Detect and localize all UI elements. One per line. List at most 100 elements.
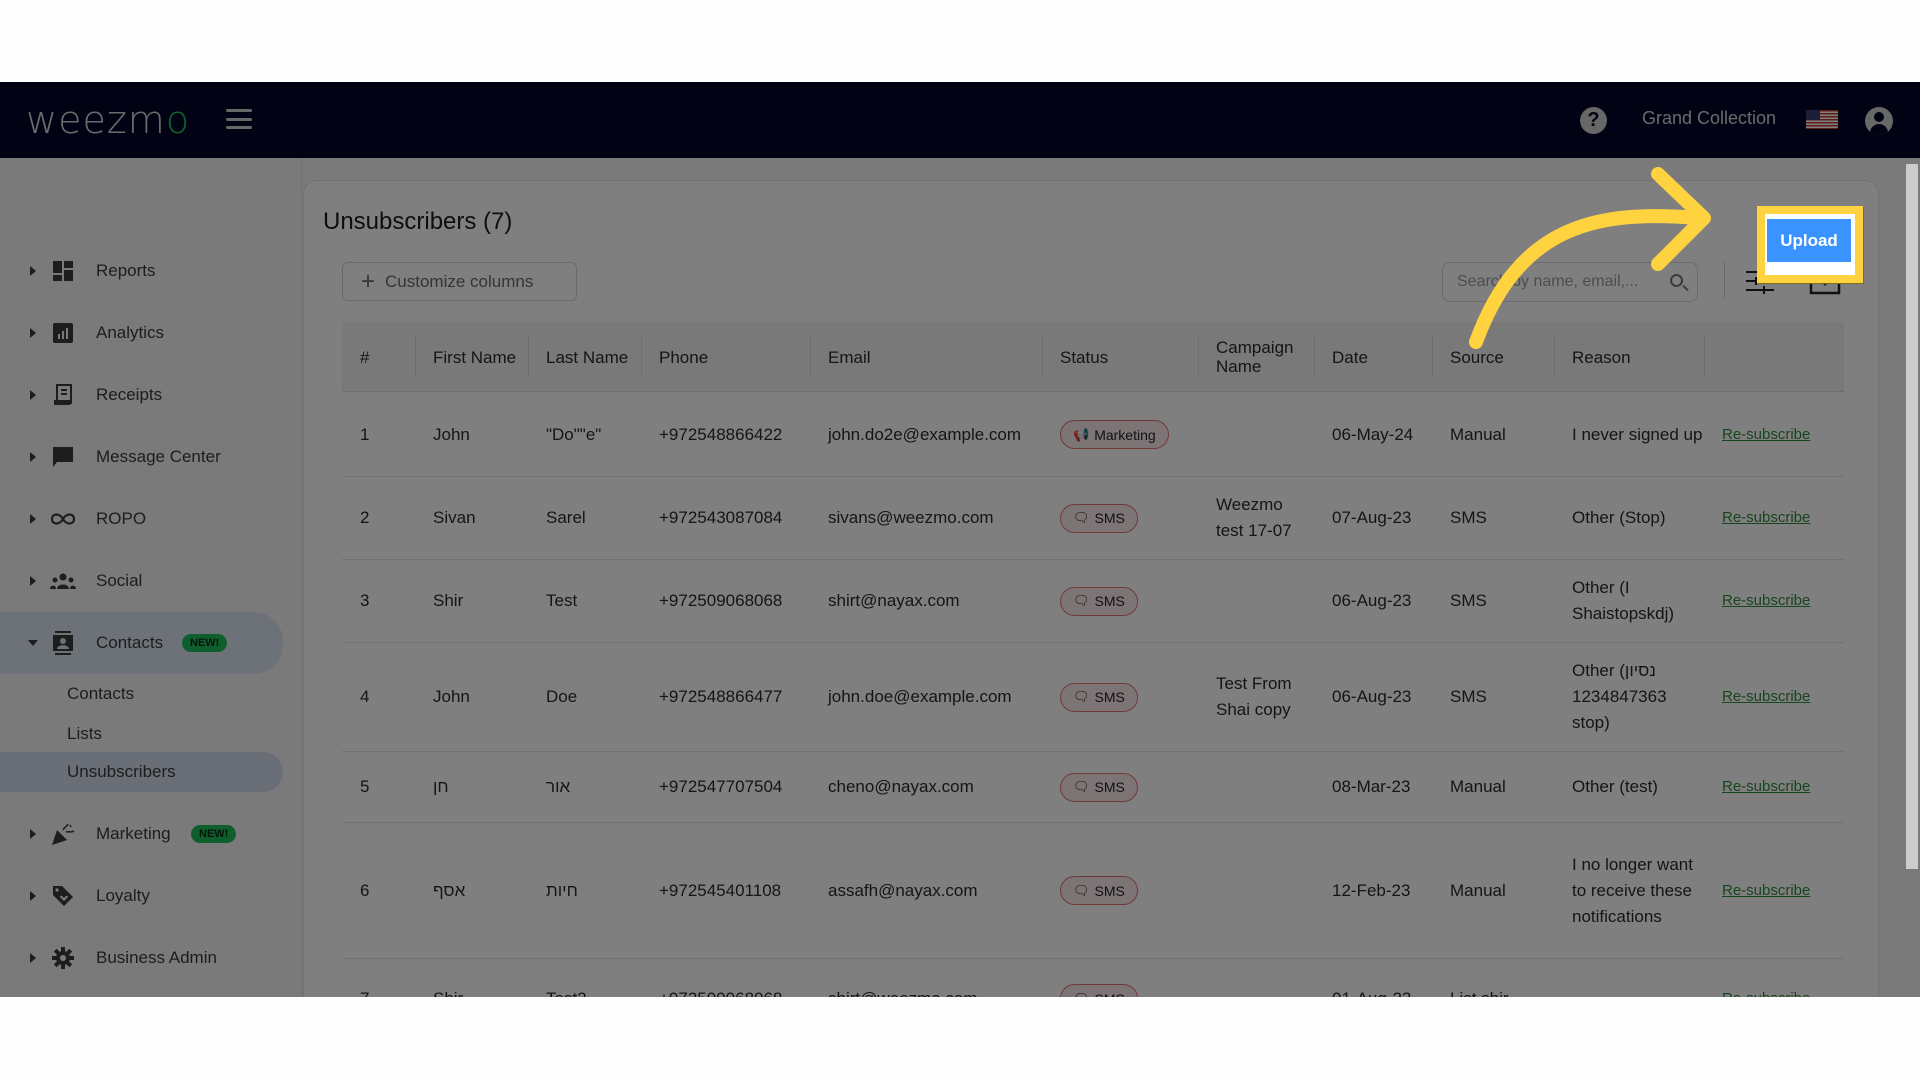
- column-header-email[interactable]: Email: [810, 322, 1042, 392]
- search-icon[interactable]: [1670, 274, 1683, 287]
- caret-right-icon: [30, 452, 36, 462]
- re-subscribe-link[interactable]: Re-subscribe: [1722, 588, 1810, 614]
- sidebar-item-reports[interactable]: Reports: [0, 242, 283, 300]
- last-name-cell-text: אור: [546, 777, 571, 796]
- first-name-cell: Sivan: [415, 477, 528, 559]
- status-label: SMS: [1094, 689, 1125, 705]
- caret-down-icon: [28, 640, 38, 646]
- help-icon[interactable]: ?: [1580, 107, 1607, 134]
- action-cell: Re-subscribe: [1704, 959, 1844, 998]
- top-navbar: weezmo ? Grand Collection: [0, 82, 1920, 158]
- phone-cell-text: +972548866422: [659, 424, 783, 444]
- re-subscribe-link[interactable]: Re-subscribe: [1722, 422, 1810, 448]
- status-cell: 🗨 SMS: [1042, 959, 1198, 997]
- sidebar-item-analytics[interactable]: Analytics: [0, 304, 283, 362]
- status-label: Marketing: [1094, 426, 1156, 443]
- first-name-cell: John: [415, 393, 528, 476]
- source-cell-text: Manual: [1450, 424, 1506, 444]
- sidebar-item-social[interactable]: Social: [0, 552, 283, 610]
- source-cell: SMS: [1432, 560, 1554, 642]
- column-header-first-name[interactable]: First Name: [415, 322, 528, 392]
- phone-cell: +972509068068: [641, 560, 810, 642]
- logo-o: o: [165, 98, 191, 142]
- organization-name[interactable]: Grand Collection: [1642, 108, 1776, 129]
- column-header-source[interactable]: Source: [1432, 322, 1554, 392]
- campaign-cell-text: Test From Shai copy: [1216, 674, 1292, 719]
- re-subscribe-link[interactable]: Re-subscribe: [1722, 684, 1810, 710]
- receipt-icon: [50, 382, 76, 408]
- re-subscribe-link[interactable]: Re-subscribe: [1722, 986, 1810, 998]
- first-name-cell: Shir: [415, 959, 528, 998]
- chat-icon: 🗨: [1073, 593, 1090, 608]
- reason-cell-text: Other (I Shaistopskdj): [1572, 578, 1675, 623]
- user-account-icon[interactable]: [1865, 107, 1893, 135]
- first-name-cell-text: John: [433, 687, 470, 706]
- email-cell-text: sivans@weezmo.com: [828, 508, 994, 527]
- sidebar-item-label: Reports: [96, 261, 156, 280]
- tag-heart-icon: [50, 883, 76, 909]
- sidebar-item-contacts[interactable]: Contacts NEW!: [0, 612, 283, 674]
- column-header-last-name[interactable]: Last Name: [528, 322, 641, 392]
- sidebar-item-loyalty[interactable]: Loyalty: [0, 867, 283, 925]
- source-cell: Manual: [1432, 823, 1554, 958]
- page-scrollbar[interactable]: [1906, 164, 1918, 869]
- sidebar-item-label: Business Admin: [96, 948, 217, 967]
- date-cell: 12-Feb-23: [1314, 823, 1432, 958]
- sidebar-item-marketing[interactable]: Marketing NEW!: [0, 805, 283, 863]
- first-name-cell: אסף: [415, 823, 528, 958]
- chat-icon: 🗨: [1073, 986, 1090, 998]
- us-flag-icon[interactable]: [1806, 110, 1838, 129]
- row-number-text: 2: [360, 508, 370, 527]
- date-cell-text: 01-Aug-23: [1332, 986, 1411, 998]
- phone-cell: +972548866422: [641, 393, 810, 476]
- phone-cell: +972509068068: [641, 959, 810, 998]
- campaign-cell: [1198, 560, 1314, 642]
- new-badge: NEW!: [191, 825, 237, 843]
- email-cell-text: assafh@nayax.com: [828, 880, 978, 900]
- action-cell: Re-subscribe: [1704, 393, 1844, 476]
- sidebar-subitem-lists[interactable]: Lists: [0, 714, 283, 754]
- re-subscribe-link[interactable]: Re-subscribe: [1722, 878, 1810, 904]
- hamburger-menu-icon[interactable]: [226, 109, 252, 129]
- phone-cell-text: +972543087084: [659, 508, 783, 527]
- action-cell: Re-subscribe: [1704, 560, 1844, 642]
- campaign-cell: [1198, 959, 1314, 997]
- column-header-date[interactable]: Date: [1314, 322, 1432, 392]
- sidebar-item-ropo[interactable]: ROPO: [0, 490, 283, 548]
- caret-right-icon: [30, 891, 36, 901]
- re-subscribe-link[interactable]: Re-subscribe: [1722, 505, 1810, 531]
- table-header: # First Name Last Name Phone Email Statu…: [342, 322, 1844, 392]
- sidebar-item-message-center[interactable]: Message Center: [0, 428, 283, 486]
- column-header-campaign-name[interactable]: Campaign Name: [1198, 322, 1314, 392]
- date-cell: 06-Aug-23: [1314, 643, 1432, 751]
- reason-cell-text: I never signed up: [1572, 424, 1703, 444]
- sidebar-subitem-contacts[interactable]: Contacts: [0, 674, 283, 714]
- re-subscribe-link[interactable]: Re-subscribe: [1722, 774, 1810, 800]
- caret-right-icon: [30, 390, 36, 400]
- last-name-cell: אור: [528, 752, 641, 822]
- customize-columns-button[interactable]: + Customize columns: [342, 262, 577, 301]
- reason-cell: Other (I Shaistopskdj): [1554, 560, 1704, 642]
- email-cell: cheno@nayax.com: [810, 752, 1042, 822]
- first-name-cell: John: [415, 643, 528, 751]
- column-header-status[interactable]: Status: [1042, 322, 1198, 392]
- row-number-text: 1: [360, 424, 370, 444]
- sidebar-item-label: Analytics: [96, 323, 165, 342]
- search-input[interactable]: [1457, 273, 1662, 291]
- upload-button-spotlight[interactable]: Upload: [1767, 219, 1851, 262]
- first-name-cell-text: Shir: [433, 986, 463, 998]
- first-name-cell-text: Shir: [433, 591, 464, 610]
- column-header-reason[interactable]: Reason: [1554, 322, 1704, 392]
- source-cell-text: Manual: [1450, 880, 1506, 900]
- caret-right-icon: [30, 953, 36, 963]
- sidebar-item-label: Marketing: [96, 824, 171, 843]
- sidebar-subitem-unsubscribers[interactable]: Unsubscribers: [0, 752, 283, 792]
- sidebar-item-label: Loyalty: [96, 886, 150, 905]
- sidebar-item-business-admin[interactable]: Business Admin: [0, 929, 283, 987]
- last-name-cell: "Do""e": [528, 393, 641, 476]
- column-header-phone[interactable]: Phone: [641, 322, 810, 392]
- first-name-cell: חן: [415, 752, 528, 822]
- sidebar-item-receipts[interactable]: Receipts: [0, 366, 283, 424]
- weezmo-logo[interactable]: weezmo: [26, 98, 190, 142]
- gear-icon: [50, 945, 76, 971]
